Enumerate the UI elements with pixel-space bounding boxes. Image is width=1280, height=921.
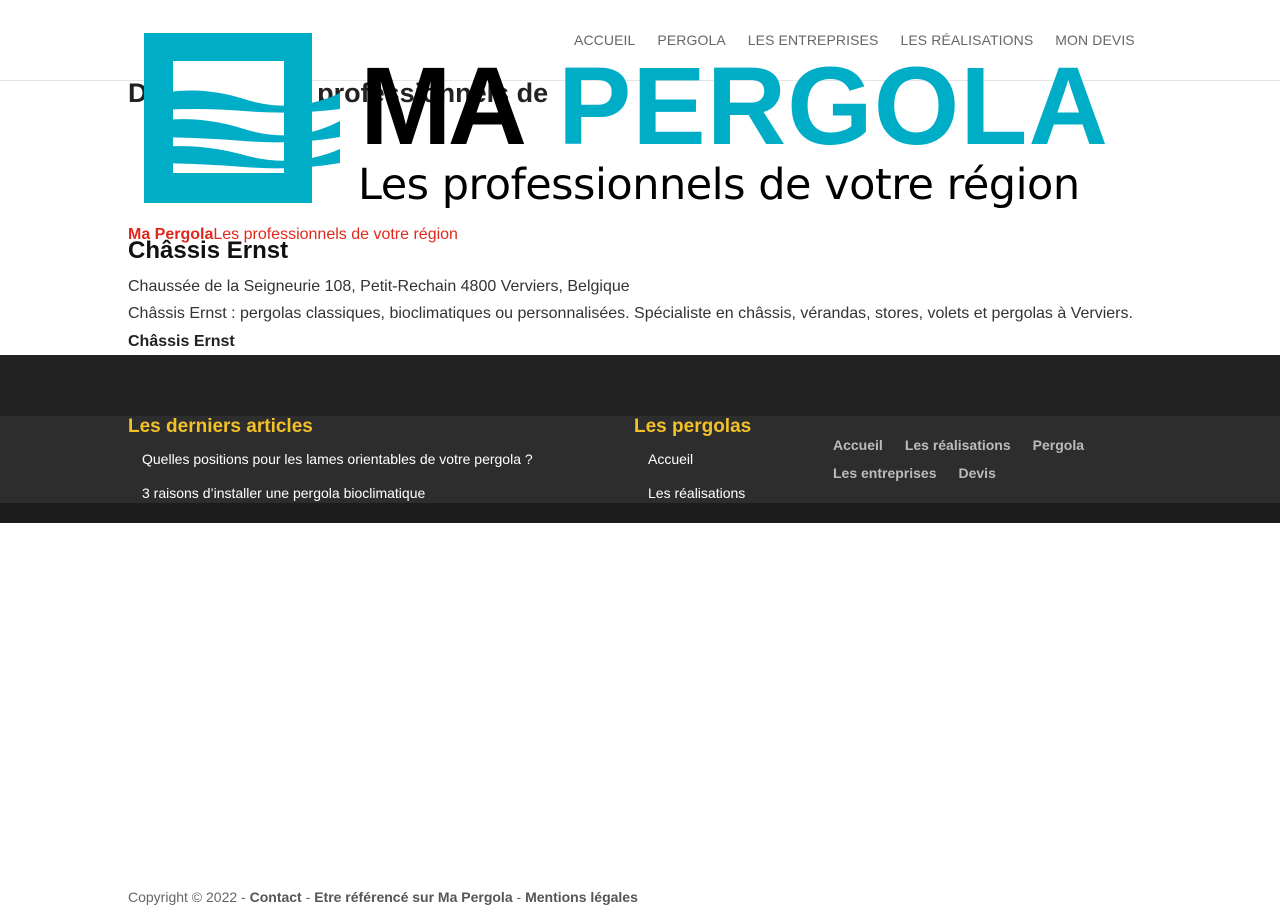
footer-pergolas-list: Accueil Les réalisations [648, 451, 745, 503]
footer-pergolas-title: Les pergolas [634, 416, 752, 437]
footer-nav-entreprises[interactable]: Les entreprises [833, 465, 937, 493]
logo-pergola-text: PERGOLA [558, 45, 1109, 168]
footer-nav-realisations[interactable]: Les réalisations [905, 437, 1011, 465]
footer-widgets: Les derniers articles Quelles positions … [0, 416, 1280, 503]
footer-nav-devis[interactable]: Devis [959, 465, 996, 493]
legal-notice-link[interactable]: Mentions légales [525, 889, 638, 905]
footer-pergola-link[interactable]: Accueil [648, 451, 745, 485]
copyright-text: Copyright © 2022 - [128, 889, 250, 905]
business-name-bold: Châssis Ernst [128, 333, 235, 350]
copyright-separator: - [301, 889, 315, 905]
business-name: Châssis Ernst [128, 237, 289, 264]
business-description: Châssis Ernst : pergolas classiques, bio… [128, 305, 1133, 322]
logo-ma-text: MA [360, 45, 527, 168]
ma-pergola-logo: MA PERGOLA Les professionnels de votre r… [140, 30, 1150, 220]
footer-nav-accueil[interactable]: Accueil [833, 437, 883, 465]
pergola-emblem-icon [144, 33, 340, 203]
footer-nav: Accueil Les réalisations Pergola Les entrep… [833, 437, 1133, 493]
get-referenced-link[interactable]: Etre référencé sur Ma Pergola [314, 889, 512, 905]
footer-top-band [0, 355, 1280, 416]
footer-article-link[interactable]: Quelles positions pour les lames orienta… [142, 451, 533, 485]
logo-tagline: Les professionnels de votre région [358, 160, 1080, 210]
footer-articles-title: Les derniers articles [128, 416, 313, 437]
footer-articles-list: Quelles positions pour les lames orienta… [142, 451, 533, 503]
footer-bottom-band [0, 503, 1280, 523]
contact-link[interactable]: Contact [250, 889, 302, 905]
copyright-separator: - [512, 889, 526, 905]
copyright: Copyright © 2022 - Contact - Etre référe… [128, 889, 638, 905]
footer-article-link[interactable]: 3 raisons d’installer une pergola biocli… [142, 485, 533, 503]
footer-pergola-link[interactable]: Les réalisations [648, 485, 745, 503]
footer-nav-pergola[interactable]: Pergola [1033, 437, 1084, 465]
business-address: Chaussée de la Seigneurie 108, Petit-Rec… [128, 278, 630, 295]
